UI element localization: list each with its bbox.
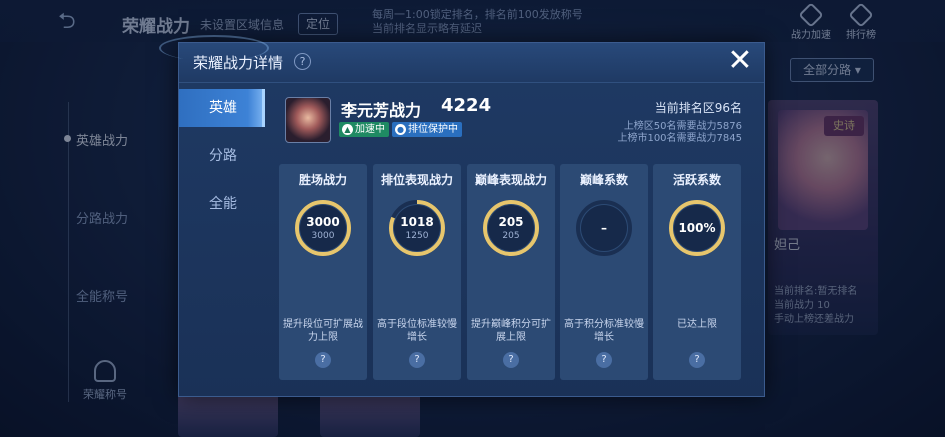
stat-card-ranked-performance: 排位表现战力 1018 1250 高于段位标准较慢增长 ?: [373, 164, 461, 380]
progress-ring: –: [574, 198, 634, 258]
power-detail-dialog: 荣耀战力详情 ? ✕ 英雄 分路 全能 李元芳战力 4224 ▲ 加速中 ● 排…: [159, 35, 765, 397]
progress-ring: 205 205: [481, 198, 541, 258]
question-icon[interactable]: ?: [503, 352, 519, 368]
rank-thresholds: 上榜区50名需要战力5876 上榜市100名需要战力7845: [617, 121, 742, 145]
stat-card-description: 提升巅峰积分可扩展上限: [471, 319, 551, 343]
stat-card-peak-coefficient: 巅峰系数 – 高于积分标准较慢增长 ?: [560, 164, 648, 380]
stat-card-title: 巅峰表现战力: [474, 173, 547, 187]
stat-card-title: 胜场战力: [298, 173, 347, 187]
ring-max: 205: [502, 231, 520, 241]
ring-value: 3000: [306, 215, 340, 229]
tab-route[interactable]: 分路: [179, 137, 265, 175]
progress-ring: 1018 1250: [387, 198, 447, 258]
ring-max: 3000: [311, 231, 335, 241]
progress-ring: 100%: [667, 198, 727, 258]
stat-card-peak-performance: 巅峰表现战力 205 205 提升巅峰积分可扩展上限 ?: [467, 164, 555, 380]
current-rank: 当前排名区96名: [654, 101, 742, 115]
rank-protect-badge: ● 排位保护中: [392, 122, 462, 137]
stat-card-title: 活跃系数: [672, 173, 721, 187]
stat-card-activity-coefficient: 活跃系数 100% 已达上限 ?: [653, 164, 741, 380]
ring-value: 1018: [400, 215, 434, 229]
rank-threshold-city: 上榜市100名需要战力7845: [617, 133, 742, 144]
progress-ring: 3000 3000: [293, 198, 353, 258]
dialog-title: 荣耀战力详情: [193, 54, 284, 72]
question-icon[interactable]: ?: [409, 352, 425, 368]
stat-card-description: 高于积分标准较慢增长: [564, 319, 644, 343]
stat-card-description: 提升段位可扩展战力上限: [283, 319, 363, 343]
ring-value: 100%: [678, 221, 716, 235]
stat-card-win-power: 胜场战力 3000 3000 提升段位可扩展战力上限 ?: [279, 164, 367, 380]
question-icon[interactable]: ?: [689, 352, 705, 368]
question-icon[interactable]: ?: [596, 352, 612, 368]
hero-name: 李元芳战力: [341, 101, 422, 120]
stat-card-description: 高于段位标准较慢增长: [377, 319, 457, 343]
boost-status-badge: ▲ 加速中: [339, 122, 389, 137]
question-icon[interactable]: ?: [315, 352, 331, 368]
ring-value: –: [601, 221, 607, 235]
stat-card-description: 已达上限: [677, 319, 717, 330]
hero-power-score: 4224: [441, 95, 492, 116]
stat-card-title: 排位表现战力: [380, 173, 453, 187]
dialog-header: 荣耀战力详情 ? ✕: [159, 35, 764, 83]
rank-threshold-district: 上榜区50名需要战力5876: [623, 121, 742, 132]
boost-status-icon: ▲: [342, 124, 353, 135]
tab-hero[interactable]: 英雄: [179, 89, 265, 127]
close-icon[interactable]: ✕: [725, 46, 755, 77]
tab-allround[interactable]: 全能: [179, 185, 265, 223]
boost-status-label: 加速中: [355, 124, 385, 135]
rank-protect-label: 排位保护中: [408, 124, 458, 135]
hero-avatar: [285, 97, 331, 143]
shield-icon: ●: [395, 124, 406, 135]
stat-cards: 胜场战力 3000 3000 提升段位可扩展战力上限 ? 排位表现战力 1018…: [279, 164, 741, 380]
help-icon[interactable]: ?: [294, 53, 311, 70]
stat-card-title: 巅峰系数: [579, 173, 628, 187]
ring-value: 205: [498, 215, 524, 229]
dialog-tabs: 英雄 分路 全能: [179, 89, 265, 233]
ring-max: 1250: [405, 231, 429, 241]
